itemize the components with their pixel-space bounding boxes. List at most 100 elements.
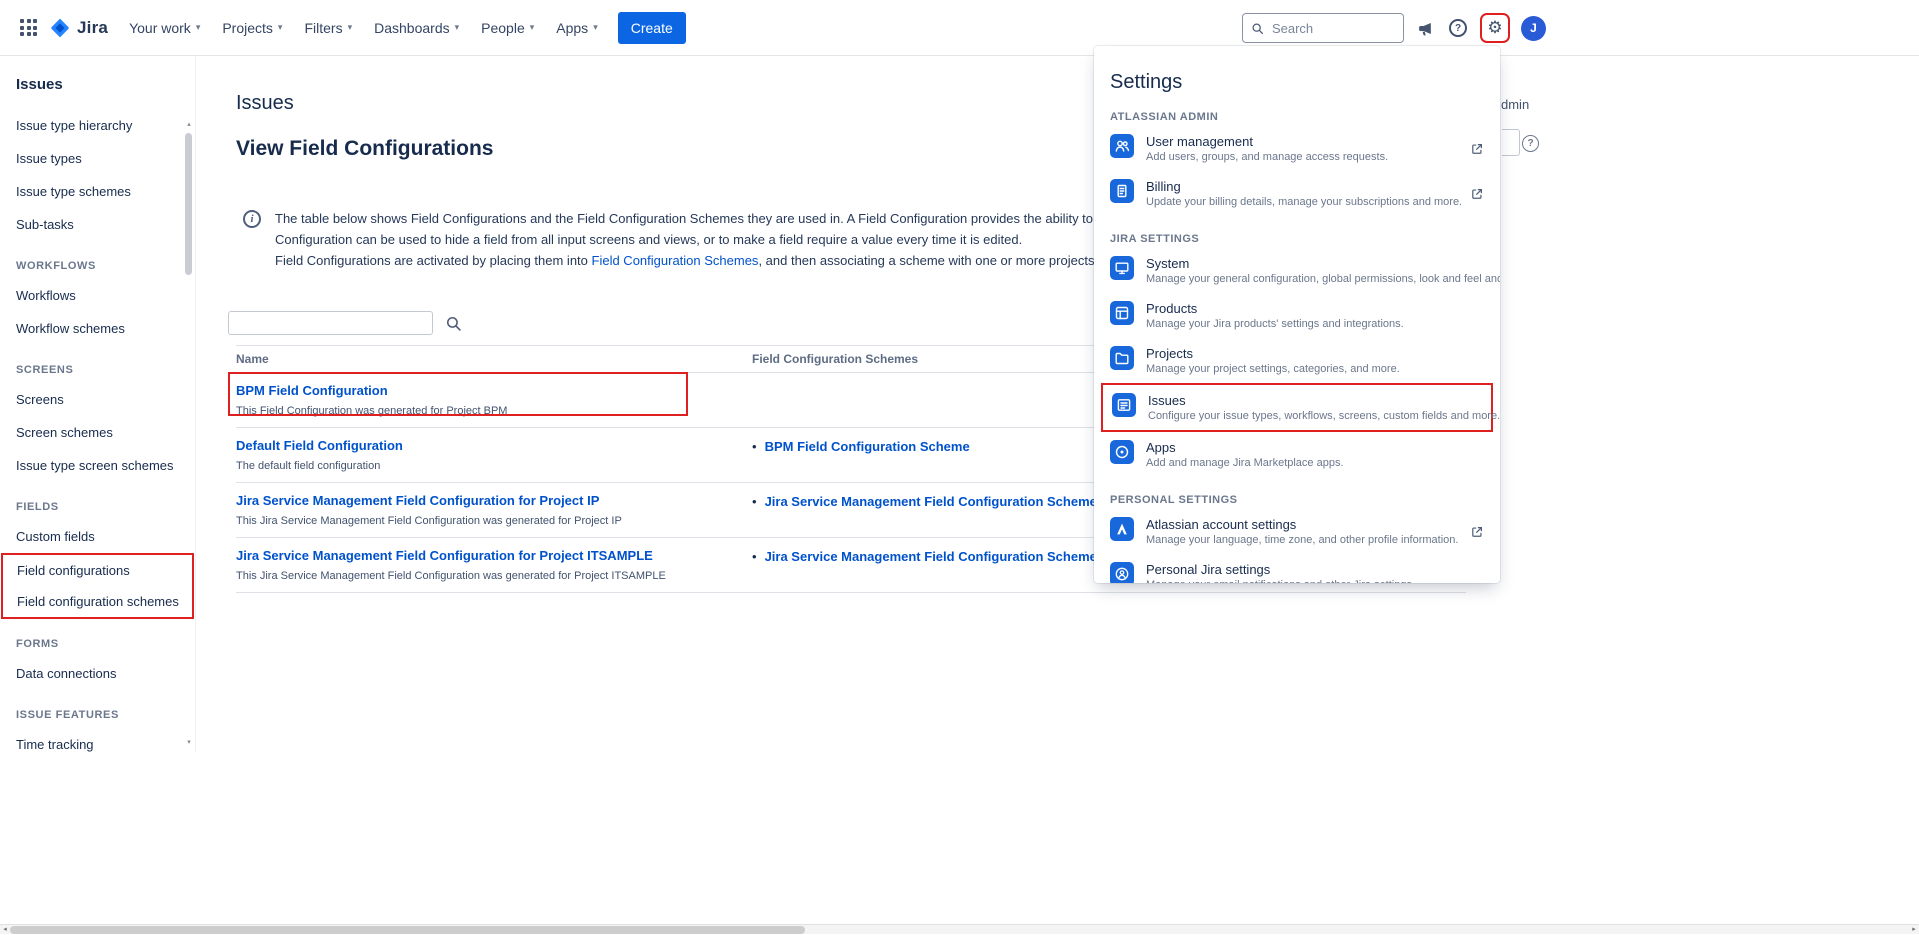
system-icon <box>1110 256 1134 280</box>
chevron-down-icon: ▾ <box>348 23 353 32</box>
sidebar-title: Issues <box>0 74 195 109</box>
field-configuration-schemes-link[interactable]: Field Configuration Schemes <box>592 253 759 268</box>
nav-dashboards[interactable]: Dashboards▾ <box>363 14 470 42</box>
settings-item-description: Add and manage Jira Marketplace apps. <box>1146 457 1484 470</box>
bullet-icon: • <box>752 439 757 454</box>
settings-button[interactable]: ⚙ <box>1480 13 1510 43</box>
sidebar-item-custom-fields[interactable]: Custom fields <box>0 520 195 553</box>
nav-label: Dashboards <box>374 20 450 36</box>
megaphone-icon <box>1417 20 1434 37</box>
jira-logo[interactable]: Jira <box>45 17 118 39</box>
help-button[interactable]: ? <box>1447 17 1469 39</box>
field-config-link-bpm[interactable]: BPM Field Configuration <box>236 383 388 398</box>
field-config-link-jsm-ip[interactable]: Jira Service Management Field Configurat… <box>236 493 599 508</box>
settings-item-projects[interactable]: Projects Manage your project settings, c… <box>1094 338 1500 383</box>
settings-item-description: Manage your general configuration, globa… <box>1146 273 1484 286</box>
app-grid-icon <box>20 19 37 36</box>
help-icon: ? <box>1449 19 1467 37</box>
user-avatar[interactable]: J <box>1521 16 1546 41</box>
filter-row <box>228 311 1919 335</box>
partially-hidden-button[interactable] <box>1502 129 1520 156</box>
nav-filters[interactable]: Filters ▾ <box>293 14 363 42</box>
settings-item-description: Configure your issue types, workflows, s… <box>1148 410 1482 423</box>
page-help-icon[interactable]: ? <box>1522 135 1539 152</box>
field-config-link-default[interactable]: Default Field Configuration <box>236 438 403 453</box>
user-management-icon <box>1110 134 1134 158</box>
sidebar-item-time-tracking[interactable]: Time tracking <box>0 728 195 761</box>
search-box[interactable] <box>1242 13 1404 43</box>
nav-people[interactable]: People▾ <box>470 14 545 42</box>
settings-item-title: User management <box>1146 133 1458 150</box>
settings-item-description: Manage your project settings, categories… <box>1146 363 1484 376</box>
announcements-button[interactable] <box>1415 18 1436 39</box>
settings-item-billing[interactable]: Billing Update your billing details, man… <box>1094 171 1500 216</box>
nav-label: Apps <box>556 20 588 36</box>
section-atlassian-admin: ATLASSIAN ADMIN <box>1110 111 1484 123</box>
info-icon: i <box>243 210 261 228</box>
sidebar-item-issue-types[interactable]: Issue types <box>0 142 195 175</box>
nav-label: Filters <box>304 20 342 36</box>
horizontal-scrollbar[interactable]: ◂ ▸ <box>0 924 1919 934</box>
create-button[interactable]: Create <box>618 12 686 44</box>
horizontal-scrollbar-thumb[interactable] <box>10 926 805 934</box>
field-config-description: This Jira Service Management Field Confi… <box>236 515 752 527</box>
apps-icon <box>1110 440 1134 464</box>
filter-search-icon[interactable] <box>445 315 462 332</box>
chevron-down-icon: ▾ <box>278 23 283 32</box>
external-link-icon <box>1470 187 1484 201</box>
projects-icon <box>1110 346 1134 370</box>
sidebar-item-screens[interactable]: Screens <box>0 383 195 416</box>
jira-logo-mark <box>49 17 71 39</box>
sidebar-item-screen-schemes[interactable]: Screen schemes <box>0 416 195 449</box>
settings-item-title: Atlassian account settings <box>1146 516 1458 533</box>
bullet-icon: • <box>752 549 757 564</box>
sidebar-item-issue-type-schemes[interactable]: Issue type schemes <box>0 175 195 208</box>
sidebar-item-workflows[interactable]: Workflows <box>0 279 195 312</box>
sidebar-item-field-configuration-schemes[interactable]: Field configuration schemes <box>3 586 192 617</box>
nav-apps[interactable]: Apps▾ <box>545 14 608 42</box>
sidebar-item-sub-tasks[interactable]: Sub-tasks <box>0 208 195 241</box>
search-input[interactable] <box>1270 20 1395 37</box>
settings-item-apps[interactable]: Apps Add and manage Jira Marketplace app… <box>1094 432 1500 477</box>
gear-icon: ⚙ <box>1487 20 1502 37</box>
field-config-link-jsm-itsample[interactable]: Jira Service Management Field Configurat… <box>236 548 653 563</box>
app-switcher-button[interactable] <box>12 11 45 44</box>
settings-panel-title: Settings <box>1110 71 1484 94</box>
sidebar-item-issue-type-hierarchy[interactable]: Issue type hierarchy <box>0 109 195 142</box>
sidebar-section-forms: FORMS <box>0 619 195 657</box>
bullet-icon: • <box>752 494 757 509</box>
scheme-link[interactable]: BPM Field Configuration Scheme <box>765 439 970 454</box>
settings-item-system[interactable]: System Manage your general configuration… <box>1094 248 1500 293</box>
nav-label: Projects <box>222 20 273 36</box>
filter-input[interactable] <box>228 311 433 335</box>
settings-item-description: Manage your email notifications and othe… <box>1146 579 1484 583</box>
atlassian-icon <box>1110 517 1134 541</box>
nav-projects[interactable]: Projects ▾ <box>211 14 293 42</box>
billing-icon <box>1110 179 1134 203</box>
sidebar-item-issue-type-screen-schemes[interactable]: Issue type screen schemes <box>0 449 195 482</box>
sidebar-item-field-configurations[interactable]: Field configurations <box>3 555 192 586</box>
sidebar-section-workflows: WORKFLOWS <box>0 241 195 279</box>
sidebar-scrollbar[interactable]: ▴ ▾ <box>184 120 194 748</box>
nav-your-work[interactable]: Your work▾ <box>118 14 211 42</box>
sidebar-section-screens: SCREENS <box>0 345 195 383</box>
info-line-3-pre: Field Configurations are activated by pl… <box>275 253 592 268</box>
personal-settings-icon <box>1110 562 1134 583</box>
sidebar-scrollbar-thumb[interactable] <box>185 133 192 275</box>
sidebar-item-workflow-schemes[interactable]: Workflow schemes <box>0 312 195 345</box>
settings-item-products[interactable]: Products Manage your Jira products' sett… <box>1094 293 1500 338</box>
settings-item-user-management[interactable]: User management Add users, groups, and m… <box>1094 126 1500 171</box>
settings-item-personal-jira[interactable]: Personal Jira settings Manage your email… <box>1094 554 1500 583</box>
settings-item-title: System <box>1146 255 1484 272</box>
sidebar-item-data-connections[interactable]: Data connections <box>0 657 195 690</box>
settings-item-atlassian-account[interactable]: Atlassian account settings Manage your l… <box>1094 509 1500 554</box>
nav-label: Your work <box>129 20 191 36</box>
settings-item-issues[interactable]: Issues Configure your issue types, workf… <box>1101 383 1493 432</box>
settings-item-title: Products <box>1146 300 1484 317</box>
scrollbar-up-arrow[interactable]: ▴ <box>184 120 194 130</box>
sidebar-section-issue-features: ISSUE FEATURES <box>0 690 195 728</box>
issues-icon <box>1112 393 1136 417</box>
column-header-name: Name <box>236 352 752 366</box>
scrollbar-down-arrow[interactable]: ▾ <box>184 738 194 748</box>
settings-item-title: Issues <box>1148 392 1482 409</box>
